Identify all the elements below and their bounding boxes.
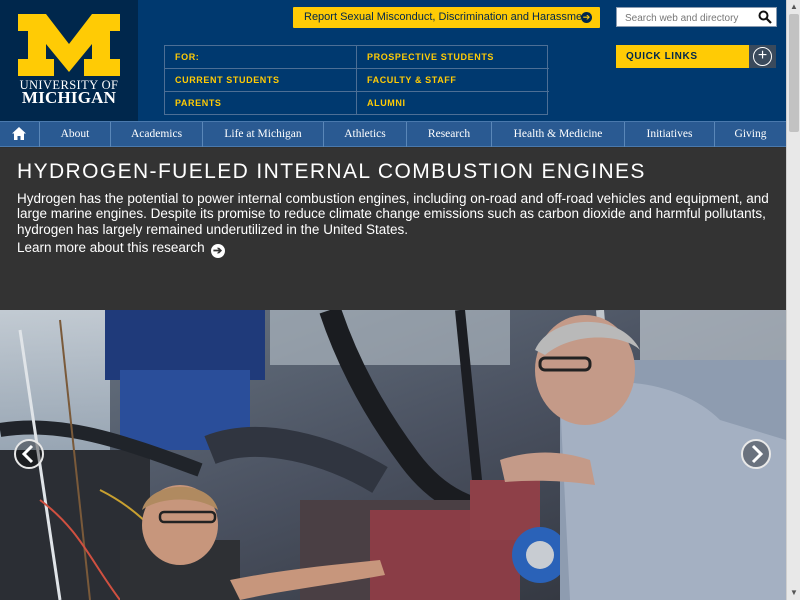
- audience-menu: FOR: PROSPECTIVE STUDENTS CURRENT STUDEN…: [164, 45, 549, 115]
- nav-item-health-medicine[interactable]: Health & Medicine: [491, 122, 624, 147]
- arrow-right-circle-icon: ➔: [210, 244, 225, 258]
- main-navigation: About Academics Life at Michigan Athleti…: [0, 121, 786, 147]
- learn-more-label: Learn more about this research: [17, 240, 205, 255]
- nav-home[interactable]: [0, 122, 39, 147]
- nav-item-athletics[interactable]: Athletics: [323, 122, 406, 147]
- nav-item-giving[interactable]: Giving: [714, 122, 786, 147]
- scroll-thumb[interactable]: [789, 14, 799, 132]
- plus-circle-icon: +: [753, 47, 772, 66]
- audience-item-faculty-staff[interactable]: FACULTY & STAFF: [357, 69, 549, 92]
- audience-item-alumni[interactable]: ALUMNI: [357, 92, 549, 115]
- block-m-logo-icon: [18, 14, 120, 76]
- quick-links-button[interactable]: QUICK LINKS +: [616, 45, 776, 68]
- audience-item-prospective-students[interactable]: PROSPECTIVE STUDENTS: [357, 46, 549, 69]
- hero-description: Hydrogen has the potential to power inte…: [17, 191, 769, 237]
- scroll-up-icon[interactable]: ▲: [787, 0, 800, 14]
- nav-item-initiatives[interactable]: Initiatives: [624, 122, 714, 147]
- chevron-left-icon[interactable]: [10, 438, 48, 470]
- site-header: UNIVERSITY OF MICHIGAN Report Sexual Mis…: [0, 0, 786, 121]
- hero-photo: [0, 310, 786, 600]
- scroll-down-icon[interactable]: ▼: [787, 586, 800, 600]
- university-logo[interactable]: UNIVERSITY OF MICHIGAN: [0, 0, 138, 121]
- nav-item-life-at-michigan[interactable]: Life at Michigan: [202, 122, 323, 147]
- arrow-right-circle-icon: ➔: [581, 12, 592, 23]
- search-icon[interactable]: [758, 10, 772, 24]
- search-box: [616, 7, 777, 28]
- quick-links-label: QUICK LINKS: [616, 45, 749, 68]
- chevron-right-icon[interactable]: [737, 438, 775, 470]
- learn-more-link[interactable]: Learn more about this research ➔: [17, 240, 225, 258]
- nav-item-research[interactable]: Research: [406, 122, 491, 147]
- logo-line-2: MICHIGAN: [21, 88, 117, 107]
- hero-title: HYDROGEN-FUELED INTERNAL COMBUSTION ENGI…: [17, 160, 646, 183]
- audience-for-label: FOR:: [165, 46, 357, 69]
- nav-item-about[interactable]: About: [39, 122, 110, 147]
- quick-links-toggle[interactable]: +: [749, 45, 776, 68]
- audience-item-parents[interactable]: PARENTS: [165, 92, 357, 115]
- audience-item-current-students[interactable]: CURRENT STUDENTS: [165, 69, 357, 92]
- nav-item-academics[interactable]: Academics: [110, 122, 202, 147]
- home-icon: [12, 127, 26, 140]
- search-input[interactable]: [617, 9, 753, 28]
- hero-section: HYDROGEN-FUELED INTERNAL COMBUSTION ENGI…: [0, 148, 786, 310]
- report-misconduct-label: Report Sexual Misconduct, Discrimination…: [304, 11, 592, 23]
- engine-lab-photo: [0, 310, 786, 600]
- vertical-scrollbar[interactable]: ▲ ▼: [786, 0, 800, 600]
- report-misconduct-button[interactable]: Report Sexual Misconduct, Discrimination…: [293, 7, 600, 28]
